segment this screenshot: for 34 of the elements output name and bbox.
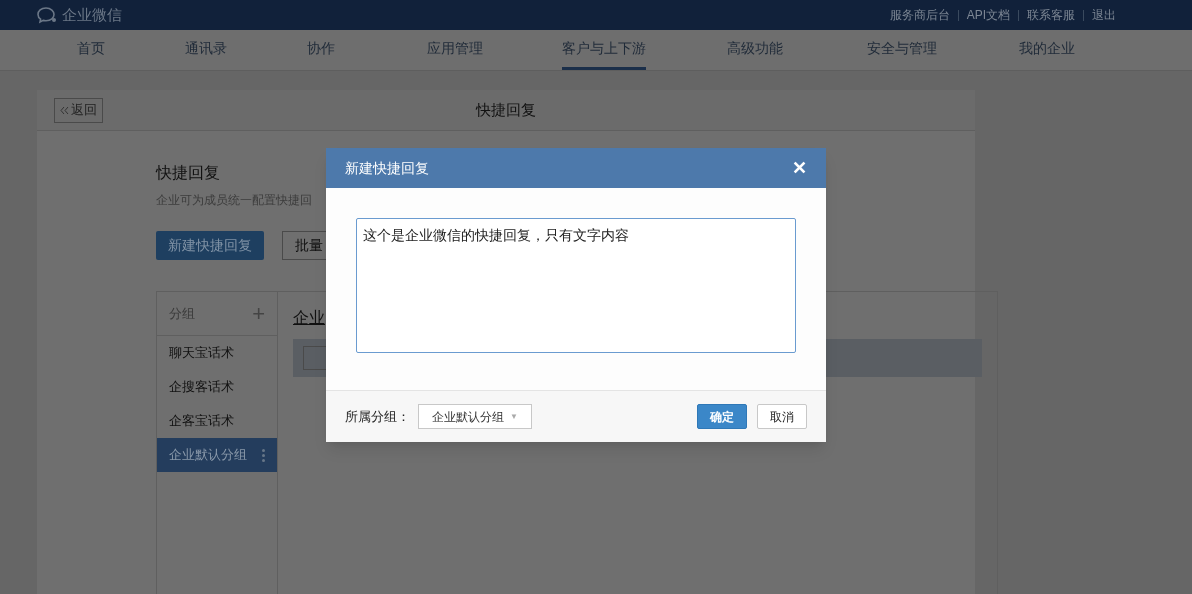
caret-icon: ▼: [510, 410, 518, 423]
nav-tab[interactable]: 通讯录: [184, 30, 227, 70]
group-title: 企业: [293, 308, 326, 328]
dialog-title: 新建快捷回复: [345, 158, 429, 178]
close-button[interactable]: ✕: [792, 154, 807, 182]
brand-name: 企业微信: [62, 4, 122, 25]
group-item[interactable]: 企业默认分组: [157, 438, 277, 472]
group-select[interactable]: 企业默认分组 ▼: [418, 404, 532, 429]
top-link[interactable]: 退出: [1092, 6, 1116, 24]
cancel-button[interactable]: 取消: [757, 404, 807, 429]
new-reply-button[interactable]: 新建快捷回复: [156, 231, 264, 260]
nav-tab[interactable]: 应用管理: [426, 30, 483, 70]
double-chevron-icon: [60, 105, 69, 115]
group-item[interactable]: 聊天宝话术: [157, 336, 277, 370]
nav-tab[interactable]: 协作: [306, 30, 335, 70]
reply-text-field[interactable]: 这个是企业微信的快捷回复，只有文字内容: [356, 218, 796, 353]
group-item[interactable]: 企客宝话术: [157, 404, 277, 438]
group-label: 所属分组：: [345, 407, 410, 426]
chat-bubble-icon: [36, 6, 58, 24]
top-link[interactable]: 联系客服: [1027, 6, 1075, 24]
section-heading: 快捷回复: [156, 163, 220, 183]
group-item[interactable]: 企搜客话术: [157, 370, 277, 404]
add-group-button[interactable]: +: [252, 302, 265, 325]
top-link[interactable]: API文档: [966, 6, 1010, 24]
top-link[interactable]: 服务商后台: [889, 6, 950, 24]
more-icon: [262, 448, 265, 462]
nav-tab[interactable]: 我的企业: [1019, 30, 1075, 70]
nav-tab[interactable]: 高级功能: [726, 30, 783, 70]
nav-tab[interactable]: 首页: [77, 30, 105, 70]
nav-tab[interactable]: 安全与管理: [866, 30, 937, 70]
confirm-button[interactable]: 确定: [697, 404, 747, 429]
back-button[interactable]: 返回: [54, 97, 103, 123]
nav-tab[interactable]: 客户与上下游: [562, 30, 646, 70]
page-title: 快捷回复: [476, 99, 536, 120]
